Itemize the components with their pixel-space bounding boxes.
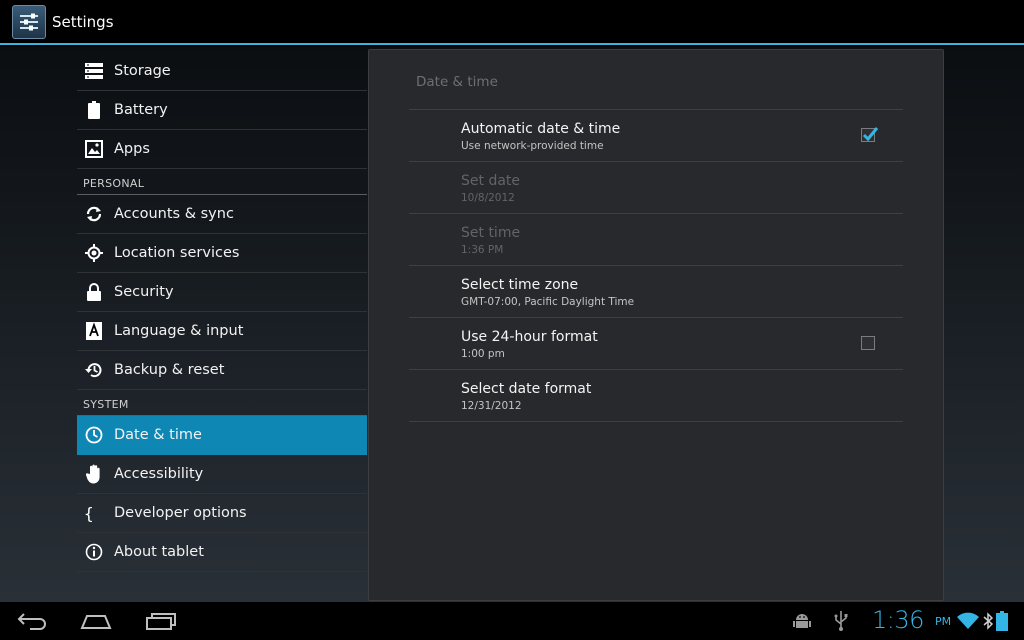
pref-summary: 1:00 pm xyxy=(461,348,505,360)
braces-icon: { } xyxy=(84,503,104,523)
sidebar-item-label: Accessibility xyxy=(114,466,204,482)
sidebar-item-about-tablet[interactable]: About tablet xyxy=(77,533,367,572)
status-ampm: PM xyxy=(935,615,952,628)
settings-sidebar: Storage Battery Apps PERSONAL Accounts &… xyxy=(77,52,367,572)
sidebar-item-label: Location services xyxy=(114,245,240,261)
panel-title: Date & time xyxy=(416,74,498,90)
pref-set-date[interactable]: Set date 10/8/2012 xyxy=(409,162,903,214)
pref-summary: 10/8/2012 xyxy=(461,192,515,204)
sidebar-item-label: Accounts & sync xyxy=(114,206,234,222)
sidebar-item-label: Apps xyxy=(114,141,150,157)
battery-icon xyxy=(84,100,104,120)
pref-summary: GMT-07:00, Pacific Daylight Time xyxy=(461,296,635,308)
bluetooth-icon xyxy=(983,602,993,640)
battery-status-icon xyxy=(996,602,1008,640)
pref-summary: 12/31/2012 xyxy=(461,400,522,412)
pref-title: Use 24-hour format xyxy=(461,329,598,345)
system-bar: 1:36 PM xyxy=(0,602,1024,640)
sidebar-item-location-services[interactable]: Location services xyxy=(77,234,367,273)
pref-title: Set time xyxy=(461,225,521,241)
home-button[interactable] xyxy=(80,610,112,636)
sidebar-item-label: Date & time xyxy=(114,427,202,443)
language-icon xyxy=(84,321,104,341)
action-bar: Settings xyxy=(0,0,1024,45)
sidebar-item-accounts-sync[interactable]: Accounts & sync xyxy=(77,195,367,234)
app-title: Settings xyxy=(52,12,114,31)
date-time-panel: Date & time Automatic date & time Use ne… xyxy=(368,49,944,601)
sidebar-item-storage[interactable]: Storage xyxy=(77,52,367,91)
android-debug-icon xyxy=(792,602,812,640)
sidebar-item-label: Storage xyxy=(114,63,171,79)
hand-icon xyxy=(84,464,104,484)
auto-date-time-checkbox[interactable] xyxy=(861,127,879,142)
sidebar-item-label: Language & input xyxy=(114,323,244,339)
pref-summary: Use network-provided time xyxy=(461,140,604,152)
sidebar-item-date-time[interactable]: Date & time xyxy=(77,416,367,455)
wifi-icon xyxy=(957,602,979,640)
pref-summary: 1:36 PM xyxy=(461,244,504,256)
storage-icon xyxy=(84,61,104,81)
back-arrow-icon xyxy=(17,613,46,630)
content-area: Storage Battery Apps PERSONAL Accounts &… xyxy=(0,47,1024,602)
recent-apps-button[interactable] xyxy=(145,610,177,636)
pref-automatic-date-time[interactable]: Automatic date & time Use network-provid… xyxy=(409,110,903,162)
checkmark-icon xyxy=(862,127,879,142)
sidebar-item-apps[interactable]: Apps xyxy=(77,130,367,169)
home-icon xyxy=(80,615,112,629)
sidebar-item-label: About tablet xyxy=(114,544,204,560)
pref-select-time-zone[interactable]: Select time zone GMT-07:00, Pacific Dayl… xyxy=(409,266,903,318)
back-button[interactable] xyxy=(16,610,48,636)
sidebar-item-accessibility[interactable]: Accessibility xyxy=(77,455,367,494)
pref-use-24-hour-format[interactable]: Use 24-hour format 1:00 pm xyxy=(409,318,903,370)
recent-apps-icon xyxy=(146,613,176,630)
sidebar-item-label: Backup & reset xyxy=(114,362,225,378)
lock-icon xyxy=(84,282,104,302)
sync-icon xyxy=(84,204,104,224)
pref-title: Automatic date & time xyxy=(461,121,621,137)
usb-icon xyxy=(833,602,849,640)
preference-list: Automatic date & time Use network-provid… xyxy=(409,109,903,422)
pref-select-date-format[interactable]: Select date format 12/31/2012 xyxy=(409,370,903,422)
section-header-personal: PERSONAL xyxy=(77,169,367,195)
section-header-system: SYSTEM xyxy=(77,390,367,416)
sidebar-item-label: Security xyxy=(114,284,174,300)
sidebar-item-backup-reset[interactable]: Backup & reset xyxy=(77,351,367,390)
pref-set-time[interactable]: Set time 1:36 PM xyxy=(409,214,903,266)
sidebar-item-security[interactable]: Security xyxy=(77,273,367,312)
pref-title: Select date format xyxy=(461,381,592,397)
pref-title: Select time zone xyxy=(461,277,579,293)
location-icon xyxy=(84,243,104,263)
sidebar-item-battery[interactable]: Battery xyxy=(77,91,367,130)
clock-icon xyxy=(84,425,104,445)
sidebar-item-developer-options[interactable]: { } Developer options xyxy=(77,494,367,533)
24-hour-format-checkbox[interactable] xyxy=(861,336,875,350)
pref-title: Set date xyxy=(461,173,521,189)
sidebar-item-language-input[interactable]: Language & input xyxy=(77,312,367,351)
svg-text:{ }: { } xyxy=(84,504,104,522)
backup-icon xyxy=(84,360,104,380)
sidebar-item-label: Battery xyxy=(114,102,168,118)
sidebar-item-label: Developer options xyxy=(114,505,247,521)
settings-sliders-icon[interactable] xyxy=(12,4,46,39)
status-clock: 1:36 xyxy=(872,606,924,634)
info-icon xyxy=(84,542,104,562)
apps-icon xyxy=(84,139,104,159)
